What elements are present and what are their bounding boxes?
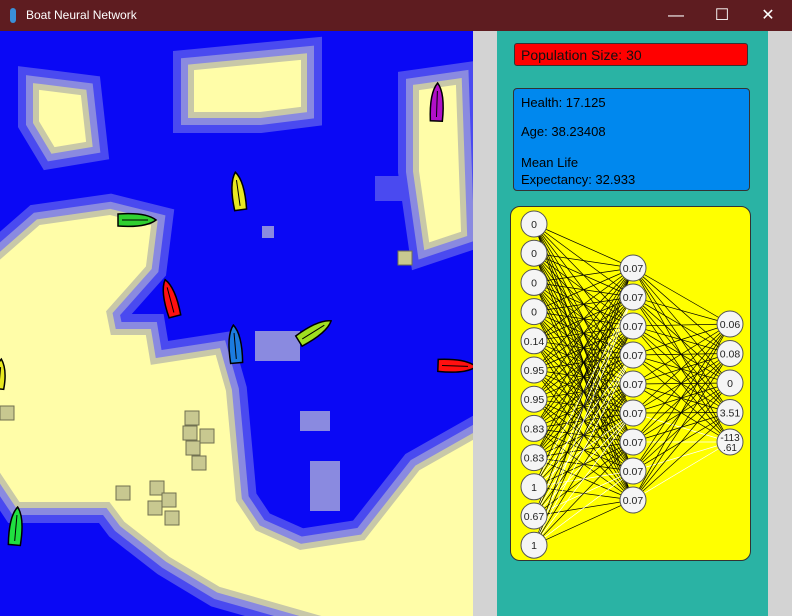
input-node: 0 bbox=[520, 210, 548, 238]
hidden-node: 0.07 bbox=[619, 428, 647, 456]
node-value: 0.06 bbox=[720, 319, 741, 331]
input-node: 0.83 bbox=[520, 414, 548, 442]
node-value: 0.07 bbox=[623, 263, 644, 275]
minimize-button[interactable]: — bbox=[653, 0, 699, 31]
hidden-node: 0.07 bbox=[619, 399, 647, 427]
age-label: Age: 38.23408 bbox=[521, 124, 606, 139]
node-value: 3.51 bbox=[720, 408, 741, 420]
node-value: 0.07 bbox=[623, 350, 644, 362]
hidden-node: 0.07 bbox=[619, 457, 647, 485]
input-node: 0.14 bbox=[520, 327, 548, 355]
mean-life-label-line1: Mean Life bbox=[521, 155, 579, 170]
input-node: 0.95 bbox=[520, 385, 548, 413]
node-value: 0.07 bbox=[623, 321, 644, 333]
health-label: Health: 17.125 bbox=[521, 95, 606, 110]
node-value: 0 bbox=[727, 378, 733, 390]
input-node: 1 bbox=[520, 473, 548, 501]
title-bar: Boat Neural Network — ☐ ✕ bbox=[0, 0, 792, 31]
input-node: 0.95 bbox=[520, 356, 548, 384]
input-node: 0.67 bbox=[520, 502, 548, 530]
node-value: 0.07 bbox=[623, 408, 644, 420]
node-value: 0 bbox=[531, 307, 537, 319]
node-value: 1 bbox=[531, 482, 537, 494]
food-crate bbox=[0, 405, 15, 421]
input-node: 0 bbox=[520, 298, 548, 326]
food-crate bbox=[164, 510, 180, 526]
output-node: 0 bbox=[716, 369, 744, 397]
input-node: 0 bbox=[520, 268, 548, 296]
boat-stats-box: Health: 17.125 Age: 38.23408 Mean Life E… bbox=[513, 88, 750, 191]
node-value: 0 bbox=[531, 219, 537, 231]
output-node: 0.06 bbox=[716, 310, 744, 338]
window-title: Boat Neural Network bbox=[26, 8, 137, 22]
node-value: 0.83 bbox=[524, 423, 545, 435]
neural-network-diagram: 0 0 0 0 0.14 0.95 0.95 0.83 0.83 1 0.67 1 0.07 0.07 0.… bbox=[520, 210, 744, 559]
output-node: 3.51 bbox=[716, 399, 744, 426]
node-value: 0.08 bbox=[720, 349, 741, 361]
node-value: .61 bbox=[723, 443, 737, 454]
output-node: 0.08 bbox=[716, 340, 744, 367]
food-crate bbox=[185, 440, 201, 456]
food-crate bbox=[397, 250, 413, 266]
hidden-node: 0.07 bbox=[619, 254, 647, 282]
output-node: -113.61 bbox=[716, 428, 744, 456]
left-divider bbox=[473, 31, 497, 616]
node-value: 0.07 bbox=[623, 495, 644, 507]
food-crate bbox=[115, 485, 131, 501]
food-crate bbox=[191, 455, 207, 471]
node-value: 0 bbox=[531, 277, 537, 289]
node-value: 0 bbox=[531, 248, 537, 260]
input-node: 0.83 bbox=[520, 444, 548, 472]
shoal bbox=[310, 461, 340, 511]
app-icon bbox=[10, 8, 16, 23]
neural-network-box: 0 0 0 0 0.14 0.95 0.95 0.83 0.83 1 0.67 1 0.07 0.07 0.… bbox=[510, 206, 751, 561]
node-value: 0.07 bbox=[623, 292, 644, 304]
node-value: 0.83 bbox=[524, 453, 545, 465]
hidden-node: 0.07 bbox=[619, 486, 647, 514]
hidden-node: 0.07 bbox=[619, 341, 647, 369]
input-node: 0 bbox=[520, 239, 548, 267]
shoal bbox=[255, 331, 300, 361]
mean-life-label-line2: Expectancy: 32.933 bbox=[521, 172, 636, 187]
food-crate bbox=[147, 500, 163, 516]
population-size-label: Population Size: 30 bbox=[514, 43, 748, 66]
island-top bbox=[173, 36, 322, 133]
hidden-node: 0.07 bbox=[619, 283, 647, 311]
ocean-map bbox=[0, 31, 473, 616]
node-value: 0.07 bbox=[623, 466, 644, 478]
hidden-node: 0.07 bbox=[619, 312, 647, 340]
game-canvas[interactable] bbox=[0, 31, 473, 616]
shoal bbox=[300, 411, 330, 431]
maximize-button[interactable]: ☐ bbox=[699, 0, 745, 31]
food-crate bbox=[184, 410, 200, 426]
island-topleft bbox=[18, 66, 110, 171]
shoal bbox=[262, 226, 274, 238]
node-value: 0.95 bbox=[524, 365, 545, 377]
hidden-node: 0.07 bbox=[619, 370, 647, 398]
node-value: 0.14 bbox=[524, 336, 545, 348]
food-crate bbox=[182, 425, 198, 441]
node-value: 0.07 bbox=[623, 437, 644, 449]
shoal bbox=[375, 176, 405, 201]
food-crate bbox=[199, 428, 215, 444]
node-value: 0.67 bbox=[524, 511, 545, 523]
input-node: 1 bbox=[520, 531, 548, 559]
node-value: 0.95 bbox=[524, 394, 545, 406]
right-border bbox=[768, 31, 792, 616]
node-value: 1 bbox=[531, 540, 537, 552]
close-button[interactable]: ✕ bbox=[745, 0, 791, 31]
food-crate bbox=[161, 492, 177, 508]
node-value: 0.07 bbox=[623, 379, 644, 391]
